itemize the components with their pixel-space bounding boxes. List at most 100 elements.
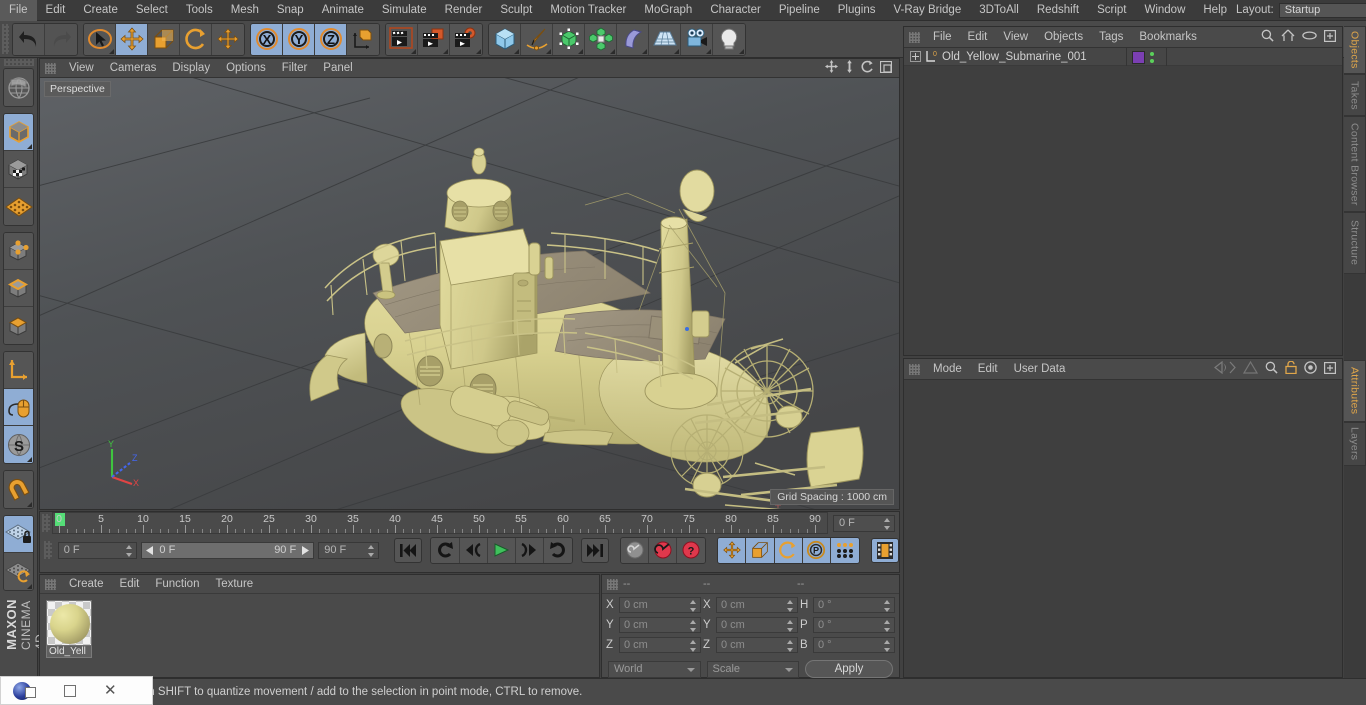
menu-item-script[interactable]: Script <box>1088 0 1135 21</box>
play-loop-button[interactable] <box>543 537 572 563</box>
coord-field-rotation[interactable]: 0 ° <box>813 616 895 633</box>
add-cube-button[interactable] <box>489 23 521 55</box>
vtab-structure[interactable]: Structure <box>1344 212 1366 274</box>
menu-item-sculpt[interactable]: Sculpt <box>491 0 541 21</box>
timeline-range-bar[interactable]: 0 F 90 F <box>141 541 315 559</box>
coord-field-position[interactable]: 0 cm <box>619 596 701 613</box>
submarine-3d-model[interactable] <box>255 133 895 509</box>
attribute-grip-icon[interactable] <box>909 363 920 375</box>
rotation-key-button[interactable] <box>774 537 803 563</box>
keyframe-selection-button[interactable]: ? <box>677 537 706 563</box>
viewport-menu-filter[interactable]: Filter <box>274 59 316 78</box>
menu-item-tools[interactable]: Tools <box>177 0 222 21</box>
object-menu-objects[interactable]: Objects <box>1036 27 1091 48</box>
eye-icon[interactable] <box>1302 31 1317 43</box>
material-menu-edit[interactable]: Edit <box>112 575 148 594</box>
material-tag-icon[interactable] <box>1132 50 1145 64</box>
menu-item-mesh[interactable]: Mesh <box>222 0 268 21</box>
coordinate-system-select[interactable]: World <box>608 660 701 678</box>
viewport-menu-cameras[interactable]: Cameras <box>102 59 165 78</box>
workplane-mode-button[interactable] <box>4 188 33 225</box>
menu-item-window[interactable]: Window <box>1135 0 1194 21</box>
menu-item-character[interactable]: Character <box>701 0 770 21</box>
curve-left-icon[interactable] <box>1214 360 1236 377</box>
coord-field-rotation[interactable]: 0 ° <box>813 636 895 653</box>
stepper-icon[interactable] <box>690 639 697 652</box>
viewport-menu-panel[interactable]: Panel <box>315 59 360 78</box>
close-icon[interactable]: ✕ <box>104 683 117 698</box>
timeline-current-frame-input[interactable]: 0 F <box>57 541 138 559</box>
rotate-view-icon[interactable] <box>861 60 874 76</box>
target-icon[interactable] <box>1304 361 1317 377</box>
menu-item-help[interactable]: Help <box>1194 0 1236 21</box>
material-list[interactable]: Old_Yell <box>40 594 599 666</box>
stepper-icon[interactable] <box>126 544 133 557</box>
viewport-menu-view[interactable]: View <box>61 59 102 78</box>
menu-item-mograph[interactable]: MoGraph <box>635 0 701 21</box>
timeline-strip-button[interactable] <box>870 537 900 563</box>
workplane-lock-button[interactable] <box>4 516 33 553</box>
menu-item-edit[interactable]: Edit <box>37 0 75 21</box>
stepper-icon[interactable] <box>690 619 697 632</box>
viewport-menu-display[interactable]: Display <box>164 59 218 78</box>
home-icon[interactable] <box>1281 29 1295 45</box>
menu-item-3dtoall[interactable]: 3DToAll <box>970 0 1028 21</box>
material-menu-create[interactable]: Create <box>61 575 112 594</box>
object-axis-mode-button[interactable] <box>4 352 33 389</box>
lock-y-button[interactable]: Y <box>283 23 315 55</box>
select-tool-button[interactable] <box>84 23 116 55</box>
coordinate-mode-select[interactable]: Scale <box>706 660 799 678</box>
point-level-animation-button[interactable] <box>830 537 859 563</box>
search-icon[interactable] <box>1261 29 1274 45</box>
menu-item-pipeline[interactable]: Pipeline <box>770 0 829 21</box>
maximize-viewport-icon[interactable] <box>879 60 893 76</box>
apply-button[interactable]: Apply <box>805 660 893 678</box>
layout-select[interactable]: Startup <box>1278 2 1366 18</box>
zoom-icon[interactable] <box>844 60 855 76</box>
curve-right-icon[interactable] <box>1242 360 1259 377</box>
go-to-start-button[interactable] <box>394 537 423 563</box>
model-mode-button[interactable] <box>4 114 33 151</box>
coord-field-rotation[interactable]: 0 ° <box>813 596 895 613</box>
redo-button[interactable] <box>45 23 77 55</box>
object-menu-edit[interactable]: Edit <box>960 27 996 48</box>
add-icon[interactable] <box>1324 361 1337 377</box>
max-frame-input[interactable]: 90 F <box>318 541 379 559</box>
timeline-controls-grip[interactable] <box>44 541 52 559</box>
stepper-icon[interactable] <box>787 599 794 612</box>
object-menu-bookmarks[interactable]: Bookmarks <box>1131 27 1205 48</box>
rotate-tool-button[interactable] <box>180 23 212 55</box>
timeline-grip[interactable] <box>42 514 50 532</box>
texture-mode-button[interactable] <box>4 151 33 188</box>
polygons-mode-button[interactable] <box>4 307 33 344</box>
left-toolbar-grip[interactable] <box>3 59 34 66</box>
stepper-icon[interactable] <box>787 639 794 652</box>
menu-item-plugins[interactable]: Plugins <box>829 0 885 21</box>
add-deformer-button[interactable] <box>617 23 649 55</box>
material-grip-icon[interactable] <box>45 578 56 590</box>
undo-button[interactable] <box>13 23 45 55</box>
attribute-menu-edit[interactable]: Edit <box>970 359 1006 380</box>
render-settings-button[interactable] <box>450 23 482 55</box>
menu-item-create[interactable]: Create <box>74 0 127 21</box>
menu-item-motion-tracker[interactable]: Motion Tracker <box>541 0 635 21</box>
object-menu-tags[interactable]: Tags <box>1091 27 1131 48</box>
object-menu-file[interactable]: File <box>925 27 960 48</box>
lock-icon[interactable] <box>1285 360 1297 377</box>
world-move-button[interactable] <box>212 23 244 55</box>
go-to-end-button[interactable] <box>580 537 610 563</box>
viewport-solo-button[interactable]: S <box>4 426 33 463</box>
object-manager-grip-icon[interactable] <box>909 31 920 43</box>
menu-item-render[interactable]: Render <box>436 0 492 21</box>
coord-field-size[interactable]: 0 cm <box>716 596 798 613</box>
parameter-key-button[interactable]: P <box>802 537 831 563</box>
previous-frame-button[interactable] <box>459 537 488 563</box>
material-item[interactable]: Old_Yell <box>46 600 94 660</box>
position-key-button[interactable] <box>718 537 747 563</box>
material-menu-texture[interactable]: Texture <box>207 575 261 594</box>
vtab-content-browser[interactable]: Content Browser <box>1344 116 1366 212</box>
restore-icon[interactable] <box>25 687 36 698</box>
world-object-toggle-button[interactable] <box>347 23 379 55</box>
make-editable-button[interactable] <box>4 69 33 106</box>
add-spline-button[interactable] <box>521 23 553 55</box>
